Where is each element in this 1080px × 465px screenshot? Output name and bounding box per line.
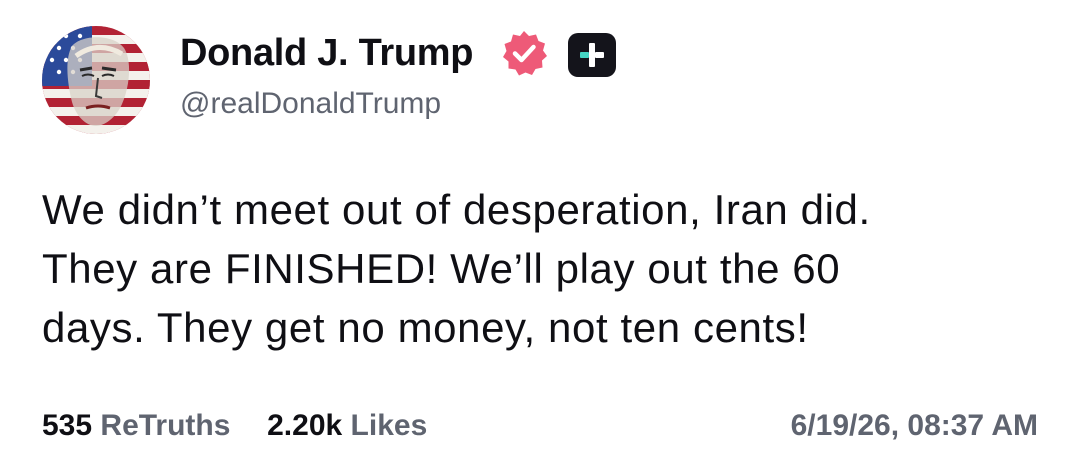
retruths-stat[interactable]: 535 ReTruths — [42, 409, 239, 442]
avatar[interactable] — [42, 26, 150, 134]
verified-badge-icon — [503, 31, 547, 76]
likes-label: Likes — [350, 409, 428, 442]
post-text: We didn’t meet out of desperation, Iran … — [42, 180, 1052, 357]
post-text-line: They are FINISHED! We’ll play out the 60 — [42, 245, 841, 292]
post-timestamp[interactable]: 6/19/26, 08:37 AM — [791, 406, 1038, 446]
post-stats: 535 ReTruths 2.20k Likes — [42, 406, 427, 446]
author-display-name[interactable]: Donald J. Trump — [180, 30, 474, 76]
retruths-label: ReTruths — [100, 409, 231, 442]
flag-portrait-avatar-icon — [42, 26, 150, 134]
retruths-count: 535 — [42, 409, 93, 442]
post-card: Donald J. Trump @realDonaldTrump We didn… — [0, 0, 1080, 465]
likes-count: 2.20k — [267, 409, 343, 442]
plus-badge-icon — [568, 33, 616, 77]
author-handle[interactable]: @realDonaldTrump — [180, 84, 441, 124]
likes-stat[interactable]: 2.20k Likes — [259, 409, 427, 442]
post-text-line: days. They get no money, not ten cents! — [42, 304, 809, 351]
post-text-line: We didn’t meet out of desperation, Iran … — [42, 186, 871, 233]
